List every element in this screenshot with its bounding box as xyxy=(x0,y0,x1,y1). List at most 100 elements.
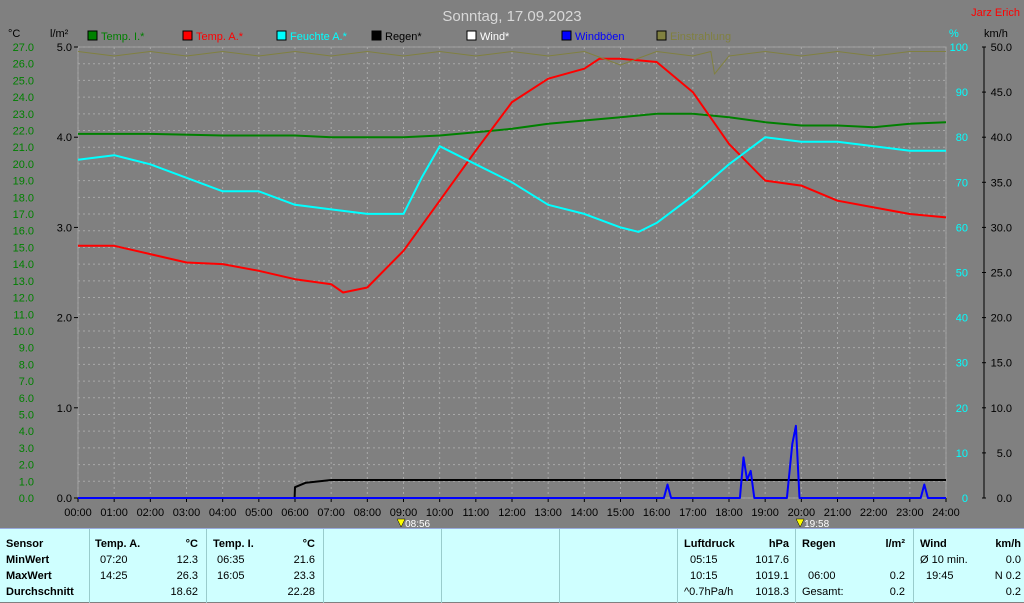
time-tick-label: 09:00 xyxy=(390,507,418,519)
time-tick-label: 21:00 xyxy=(824,507,852,519)
temp-tick-label: 23.0 xyxy=(13,109,34,121)
temp-tick-label: 22.0 xyxy=(13,126,34,138)
rain-unit-label: l/m² xyxy=(50,28,69,40)
legend-swatch xyxy=(182,30,193,41)
temp-tick-label: 4.0 xyxy=(19,426,34,438)
temp-tick-label: 13.0 xyxy=(13,276,34,288)
time-tick-label: 02:00 xyxy=(137,507,165,519)
wind-tick-label: 0.0 xyxy=(997,493,1012,505)
time-tick-label: 23:00 xyxy=(896,507,924,519)
legend-label: Wind* xyxy=(480,31,510,43)
temp-tick-label: 0.0 xyxy=(19,493,34,505)
temp-a-unit: °C xyxy=(185,538,198,550)
stats-wind-section: Wind km/h Ø 10 min. 0.0 19:45 N 0.2 0.2 xyxy=(914,529,1024,603)
temp-tick-label: 5.0 xyxy=(19,409,34,421)
temp-i-min-val: 21.6 xyxy=(293,554,315,566)
regen-r3-val: 0.2 xyxy=(889,586,905,598)
stats-empty-3 xyxy=(560,529,678,603)
wind-tick-label: 35.0 xyxy=(991,177,1012,189)
wind-r2-val: N 0.2 xyxy=(994,570,1021,582)
stats-regen-section: Regen l/m² 06:00 0.2 Gesamt: 0.2 xyxy=(796,529,914,603)
temp-tick-label: 18.0 xyxy=(13,192,34,204)
temp-tick-label: 16.0 xyxy=(13,226,34,238)
temp-i-max-time: 16:05 xyxy=(217,570,245,582)
wind-tick-label: 15.0 xyxy=(991,358,1012,370)
temp-tick-label: 11.0 xyxy=(13,309,34,321)
percent-tick-label: 0 xyxy=(962,493,968,505)
wind-tick-label: 10.0 xyxy=(991,403,1012,415)
temp-i-avg-val: 22.28 xyxy=(287,586,315,598)
temp-i-header: Temp. I. xyxy=(213,538,254,550)
wind-avg-label: Ø 10 min. xyxy=(920,554,968,566)
time-tick-label: 04:00 xyxy=(209,507,237,519)
temp-tick-label: 10.0 xyxy=(13,326,34,338)
temp-tick-label: 2.0 xyxy=(19,460,34,472)
temp-a-min-time: 07:20 xyxy=(100,554,128,566)
rain-tick-label: 3.0 xyxy=(57,222,72,234)
luftdruck-unit: hPa xyxy=(768,538,789,550)
legend-swatch xyxy=(656,30,667,41)
luftdruck-r3-val: 1018.3 xyxy=(755,586,789,598)
temp-tick-label: 3.0 xyxy=(19,443,34,455)
temp-tick-label: 14.0 xyxy=(13,259,34,271)
temp-tick-label: 21.0 xyxy=(13,142,34,154)
temp-unit-label: °C xyxy=(8,28,20,40)
time-tick-label: 06:00 xyxy=(281,507,309,519)
percent-tick-label: 20 xyxy=(956,403,968,415)
time-tick-label: 19:00 xyxy=(751,507,779,519)
sunset-icon xyxy=(795,518,805,528)
stats-empty-1 xyxy=(324,529,442,603)
rain-tick-label: 5.0 xyxy=(57,42,72,54)
legend-label: Feuchte A.* xyxy=(290,31,348,43)
wind-tick-label: 30.0 xyxy=(991,222,1012,234)
luftdruck-trend-label: ^0.7hPa/h xyxy=(684,586,734,598)
legend-swatch xyxy=(371,30,382,41)
temp-i-unit: °C xyxy=(302,538,315,550)
percent-tick-label: 60 xyxy=(956,222,968,234)
temp-tick-label: 17.0 xyxy=(13,209,34,221)
wind-unit: km/h xyxy=(995,538,1021,550)
legend-label: Windböen xyxy=(575,31,625,43)
percent-tick-label: 40 xyxy=(956,313,968,325)
sensor-header: Sensor xyxy=(6,538,44,550)
stats-panel: Sensor MinWert MaxWert Durchschnitt Temp… xyxy=(0,528,1024,603)
time-tick-label: 07:00 xyxy=(317,507,345,519)
rain-tick-label: 2.0 xyxy=(57,313,72,325)
time-tick-label: 08:00 xyxy=(354,507,382,519)
rain-tick-label: 1.0 xyxy=(57,403,72,415)
temp-i-min-time: 06:35 xyxy=(217,554,245,566)
time-tick-label: 11:00 xyxy=(462,507,489,519)
time-tick-label: 18:00 xyxy=(715,507,743,519)
temp-tick-label: 7.0 xyxy=(19,376,34,388)
sunset-label: 19:58 xyxy=(804,519,829,528)
temp-tick-label: 19.0 xyxy=(13,176,34,188)
temp-a-max-time: 14:25 xyxy=(100,570,128,582)
time-tick-label: 01:00 xyxy=(100,507,128,519)
stats-temp-a-section: Temp. A. °C 07:20 12.3 14:25 26.3 18.62 xyxy=(90,529,207,603)
author-label: Jarz Erich xyxy=(971,7,1020,19)
rain-tick-label: 4.0 xyxy=(57,132,72,144)
regen-unit: l/m² xyxy=(885,538,905,550)
stats-empty-2 xyxy=(442,529,560,603)
stats-sensor-section: Sensor MinWert MaxWert Durchschnitt xyxy=(0,529,90,603)
wind-header: Wind xyxy=(920,538,947,550)
percent-tick-label: 30 xyxy=(956,358,968,370)
wind-tick-label: 40.0 xyxy=(991,132,1012,144)
time-tick-label: 15:00 xyxy=(607,507,635,519)
temp-a-avg-val: 18.62 xyxy=(170,586,198,598)
row-label-max: MaxWert xyxy=(6,570,52,582)
legend-label: Temp. A.* xyxy=(196,31,244,43)
weather-chart: Sonntag, 17.09.2023 Jarz Erich °C l/m²% km/h… xyxy=(0,0,1024,528)
luftdruck-r1-time: 05:15 xyxy=(690,554,718,566)
time-tick-label: 16:00 xyxy=(643,507,671,519)
stats-luftdruck-section: Luftdruck hPa 05:15 1017.6 10:15 1019.1 … xyxy=(678,529,796,603)
percent-tick-label: 70 xyxy=(956,177,968,189)
row-label-min: MinWert xyxy=(6,554,50,566)
regen-r2-val: 0.2 xyxy=(889,570,905,582)
temp-tick-label: 25.0 xyxy=(13,75,34,87)
temp-i-max-val: 23.3 xyxy=(293,570,315,582)
temp-tick-label: 24.0 xyxy=(13,92,34,104)
stats-temp-i-section: Temp. I. °C 06:35 21.6 16:05 23.3 22.28 xyxy=(207,529,324,603)
sunrise-label: 08:56 xyxy=(405,519,430,528)
time-tick-label: 05:00 xyxy=(245,507,273,519)
